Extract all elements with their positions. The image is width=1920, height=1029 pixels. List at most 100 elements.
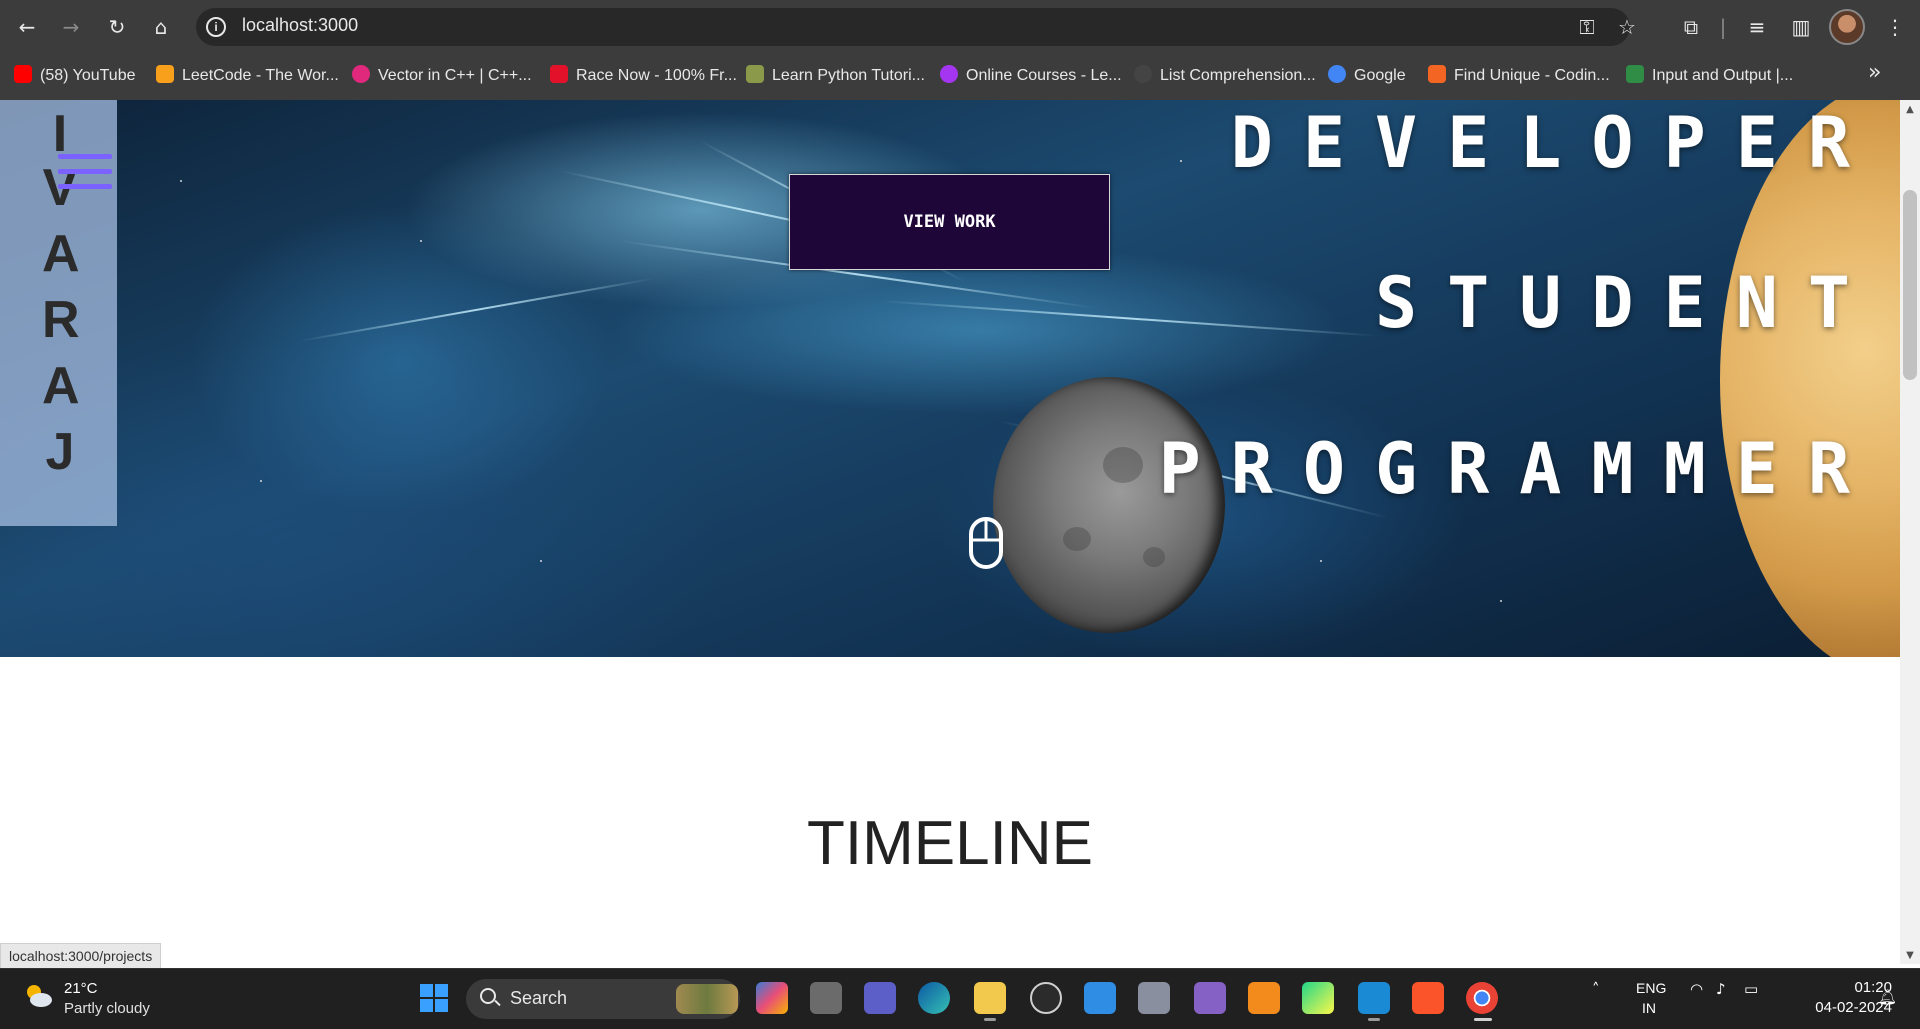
- chrome-icon[interactable]: [1466, 982, 1498, 1014]
- nebula-streak: [299, 277, 655, 342]
- bookmark-vector-cpp[interactable]: Vector in C++ | C++...: [352, 64, 532, 88]
- weather-temperature[interactable]: 21°C: [64, 980, 98, 997]
- hero-section: I V A R A J VIEW WORK DEVELOPER STUDENT …: [0, 100, 1900, 657]
- bookmark-google[interactable]: Google: [1328, 64, 1406, 88]
- bookmark-label: Race Now - 100% Fr...: [576, 67, 737, 84]
- back-icon[interactable]: ←: [12, 12, 42, 42]
- clock-date[interactable]: 04-02-2024: [1786, 999, 1892, 1016]
- hamburger-menu-icon[interactable]: [58, 154, 112, 199]
- star: [420, 240, 422, 242]
- python-site-icon: [746, 65, 764, 83]
- name-sidebar: I V A R A J: [0, 100, 117, 526]
- page-viewport: I V A R A J VIEW WORK DEVELOPER STUDENT …: [0, 100, 1900, 964]
- bookmark-label: List Comprehension...: [1160, 67, 1316, 84]
- profile-avatar[interactable]: [1829, 9, 1865, 45]
- bookmark-input-output[interactable]: Input and Output |...: [1626, 64, 1793, 88]
- google-icon: [1328, 65, 1346, 83]
- language-bottom[interactable]: IN: [1642, 1000, 1656, 1016]
- battery-icon[interactable]: ▭: [1744, 980, 1758, 998]
- star: [540, 560, 542, 562]
- browser-menu-icon[interactable]: ⋮: [1880, 12, 1910, 42]
- key-icon[interactable]: ⚿: [1572, 12, 1602, 42]
- timeline-heading: TIMELINE: [807, 809, 1093, 878]
- bookmark-learn-python[interactable]: Learn Python Tutori...: [746, 64, 925, 88]
- edge-icon[interactable]: [918, 982, 950, 1014]
- moon-crater: [1103, 447, 1143, 483]
- bookmark-online-courses[interactable]: Online Courses - Le...: [940, 64, 1122, 88]
- partly-cloudy-icon[interactable]: [22, 980, 54, 1012]
- forward-icon[interactable]: →: [56, 12, 86, 42]
- address-bar[interactable]: [196, 8, 1630, 46]
- brave-icon[interactable]: [1412, 982, 1444, 1014]
- bookmark-label: Find Unique - Codin...: [1454, 67, 1610, 84]
- scroll-mouse-icon: [969, 517, 1003, 569]
- bookmark-label: (58) YouTube: [40, 67, 136, 84]
- bookmark-label: Vector in C++ | C++...: [378, 67, 532, 84]
- file-explorer-icon[interactable]: [974, 982, 1006, 1014]
- running-indicator: [1368, 1018, 1380, 1021]
- scrollbar-thumb[interactable]: [1903, 190, 1917, 380]
- home-icon[interactable]: ⌂: [146, 12, 176, 42]
- star: [1320, 560, 1322, 562]
- pycharm-icon[interactable]: [1302, 982, 1334, 1014]
- dell-icon[interactable]: [1030, 982, 1062, 1014]
- vscode-icon[interactable]: [1358, 982, 1390, 1014]
- hero-word-programmer: PROGRAMMER: [1158, 428, 1880, 510]
- active-indicator: [1474, 1018, 1492, 1021]
- copilot-icon[interactable]: [756, 982, 788, 1014]
- moon-crater: [1143, 547, 1165, 567]
- bookmark-list-comprehension[interactable]: List Comprehension...: [1134, 64, 1316, 88]
- notification-bell-icon[interactable]: 🔔︎: [1878, 988, 1897, 1006]
- moon-crater: [1063, 527, 1091, 551]
- volume-icon[interactable]: ♪: [1716, 980, 1726, 998]
- visual-studio-icon[interactable]: [1194, 982, 1226, 1014]
- bookmark-label: Input and Output |...: [1652, 67, 1794, 84]
- address-url[interactable]: localhost:3000: [242, 15, 358, 36]
- bookmark-find-unique[interactable]: Find Unique - Codin...: [1428, 64, 1610, 88]
- sublime-text-icon[interactable]: [1248, 982, 1280, 1014]
- bookmark-star-icon[interactable]: ☆: [1612, 12, 1642, 42]
- geeksforgeeks-icon: [1626, 65, 1644, 83]
- windows-start-icon[interactable]: [420, 984, 448, 1012]
- star: [180, 180, 182, 182]
- bookmark-label: Online Courses - Le...: [966, 67, 1122, 84]
- media-control-icon[interactable]: ≡: [1742, 12, 1772, 42]
- hero-word-student: STUDENT: [1374, 262, 1880, 344]
- language-top[interactable]: ENG: [1636, 980, 1666, 996]
- udemy-icon: [940, 65, 958, 83]
- running-indicator: [984, 1018, 996, 1021]
- sidebar-letter: A: [42, 225, 80, 283]
- race-icon: [550, 65, 568, 83]
- weather-description[interactable]: Partly cloudy: [64, 1000, 150, 1017]
- view-work-button[interactable]: VIEW WORK: [789, 174, 1110, 270]
- coding-site-icon: [1428, 65, 1446, 83]
- mail-icon[interactable]: [1084, 982, 1116, 1014]
- star: [1180, 160, 1182, 162]
- wifi-icon[interactable]: ◠: [1690, 980, 1703, 998]
- show-hidden-icons-icon[interactable]: ˄: [1592, 980, 1600, 998]
- scroll-up-arrow[interactable]: ▲: [1904, 104, 1916, 115]
- teams-icon[interactable]: [864, 982, 896, 1014]
- hero-word-developer: DEVELOPER: [1230, 102, 1880, 184]
- taskbar-search-label[interactable]: Search: [510, 988, 567, 1009]
- sidebar-letter: J: [45, 423, 75, 481]
- bookmark-race-now[interactable]: Race Now - 100% Fr...: [550, 64, 737, 88]
- nebula-streak: [879, 300, 1379, 337]
- reload-icon[interactable]: ↻: [102, 12, 132, 42]
- leetcode-icon: [156, 65, 174, 83]
- scroll-down-arrow[interactable]: ▼: [1904, 950, 1916, 961]
- tutorial-site-icon: [352, 65, 370, 83]
- camera-icon[interactable]: [1138, 982, 1170, 1014]
- bookmark-leetcode[interactable]: LeetCode - The Wor...: [156, 64, 339, 88]
- star: [1500, 600, 1502, 602]
- site-icon: [1134, 65, 1152, 83]
- youtube-icon: [14, 65, 32, 83]
- extensions-icon[interactable]: ⧉: [1676, 12, 1706, 42]
- task-view-icon[interactable]: [810, 982, 842, 1014]
- more-bookmarks-icon[interactable]: »: [1868, 60, 1881, 85]
- side-panel-icon[interactable]: ▥: [1786, 12, 1816, 42]
- site-info-icon[interactable]: i: [206, 17, 226, 37]
- bookmark-label: Learn Python Tutori...: [772, 67, 925, 84]
- bookmark-label: LeetCode - The Wor...: [182, 67, 339, 84]
- bookmark-youtube[interactable]: (58) YouTube: [14, 64, 135, 88]
